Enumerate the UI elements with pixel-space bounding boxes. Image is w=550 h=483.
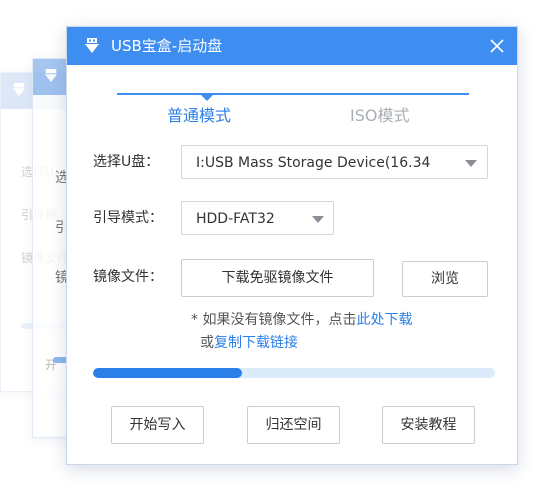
write-progress-bar (93, 368, 495, 378)
boot-mode-value: HDD-FAT32 (196, 211, 275, 227)
tab-underline (117, 93, 469, 95)
boot-mode-select[interactable]: HDD-FAT32 (181, 201, 334, 235)
usb-select-label: 选择U盘： (93, 154, 160, 170)
active-tab-indicator (201, 95, 213, 101)
start-write-button[interactable]: 开始写入 (111, 406, 204, 444)
no-image-hint: * 如果没有镜像文件，点击此处下载 (191, 310, 412, 330)
write-progress-fill (93, 368, 242, 378)
close-icon[interactable] (485, 34, 509, 58)
install-tutorial-button[interactable]: 安装教程 (382, 406, 475, 444)
title-bar[interactable]: USB宝盒-启动盘 (67, 27, 517, 65)
image-file-label: 镜像文件： (93, 269, 163, 285)
usb-boot-dialog: USB宝盒-启动盘 普通模式 ISO模式 选择U盘： I:USB Mass St… (66, 26, 518, 465)
usb-drive-icon (85, 38, 99, 53)
window-title: USB宝盒-启动盘 (111, 37, 223, 55)
usb-drive-select[interactable]: I:USB Mass Storage Device(16.34 (181, 145, 488, 179)
download-image-button[interactable]: 下载免驱镜像文件 (181, 259, 374, 297)
usb-drive-icon (44, 69, 58, 83)
usb-drive-icon (12, 83, 26, 97)
hint-or-text: 或 (200, 335, 214, 351)
hint-text: * 如果没有镜像文件，点击 (191, 312, 357, 328)
restore-space-button[interactable]: 归还空间 (247, 406, 340, 444)
usb-drive-value: I:USB Mass Storage Device(16.34 (196, 155, 431, 171)
chevron-down-icon (465, 160, 477, 167)
copy-link-hint: 或复制下载链接 (200, 333, 298, 353)
boot-mode-label: 引导模式： (93, 210, 163, 226)
download-here-link[interactable]: 此处下载 (356, 312, 412, 328)
browse-button[interactable]: 浏览 (402, 261, 488, 297)
tab-iso-mode[interactable]: ISO模式 (350, 105, 409, 127)
tab-normal-mode[interactable]: 普通模式 (167, 105, 231, 127)
chevron-down-icon (312, 216, 324, 223)
copy-download-link[interactable]: 复制下载链接 (214, 335, 298, 351)
